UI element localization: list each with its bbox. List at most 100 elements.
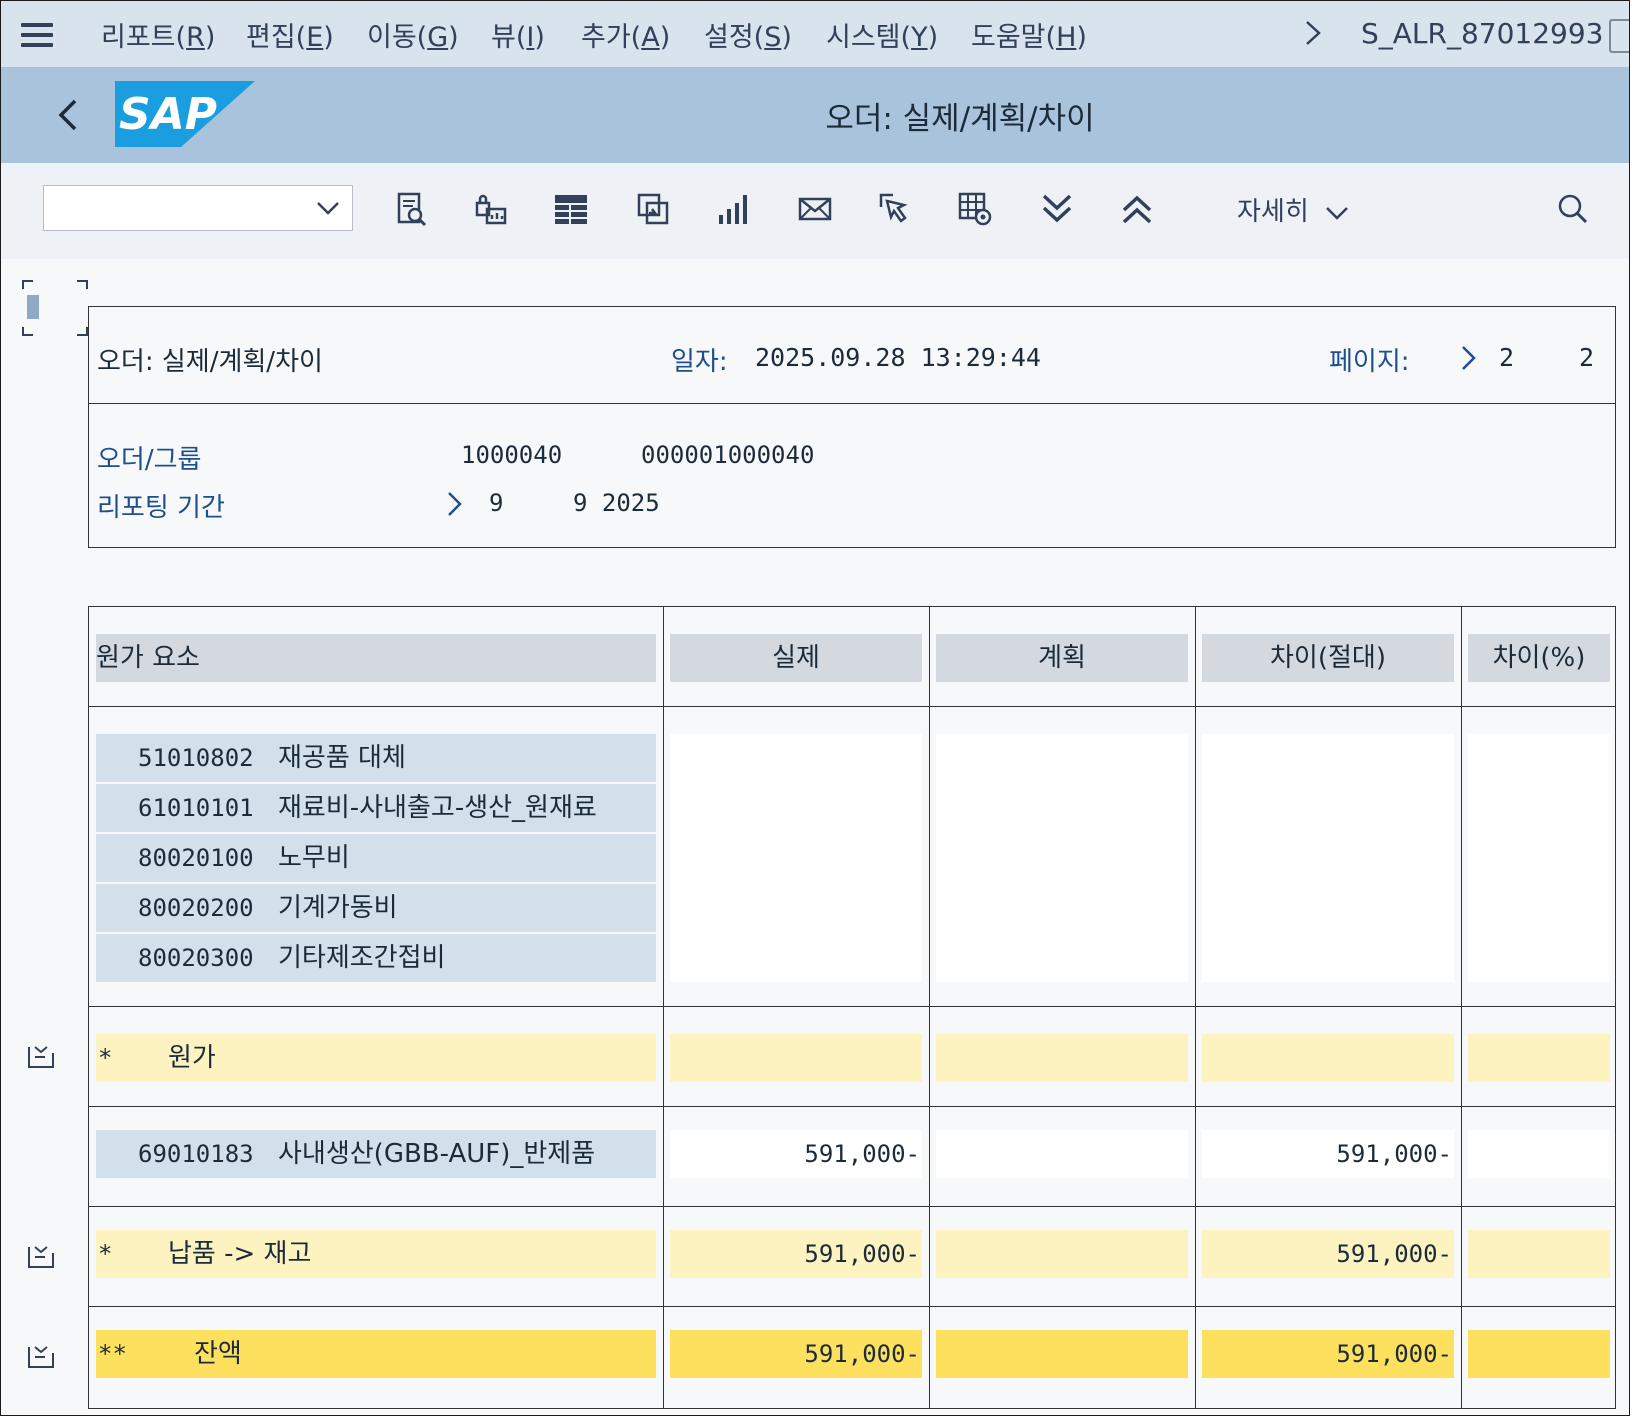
column-divider xyxy=(663,607,664,1408)
balance-row[interactable]: ** 잔액 xyxy=(96,1330,656,1378)
table-row[interactable]: 51010802 재공품 대체 xyxy=(96,734,656,782)
report-title: 오더: 실제/계획/차이 xyxy=(97,347,323,377)
selection-frame-icon[interactable] xyxy=(21,279,89,337)
menu-bar: 리포트(R) 편집(E) 이동(G) 뷰(I) 추가(A) 설정(S) 시스템(… xyxy=(1,1,1629,68)
mail-icon[interactable] xyxy=(797,191,833,227)
variance-pct-values-cell xyxy=(1468,734,1610,982)
chevron-right-icon[interactable] xyxy=(1459,345,1477,371)
subtotal-row-icon[interactable] xyxy=(27,1245,55,1269)
menu-edit[interactable]: 편집(E) xyxy=(246,15,334,54)
actual-values-cell xyxy=(670,734,922,982)
menu-system[interactable]: 시스템(Y) xyxy=(826,15,938,54)
balance-stars: ** xyxy=(98,1340,127,1368)
subtotal-cost-actual xyxy=(670,1034,922,1082)
subtotal-cost-plan xyxy=(936,1034,1188,1082)
delivery-var-pct xyxy=(1468,1130,1610,1178)
chevron-right-icon[interactable] xyxy=(1303,19,1323,47)
menu-view[interactable]: 뷰(I) xyxy=(491,15,545,54)
cost-element-list: 51010802 재공품 대체 61010101 재료비-사내출고-생산_원재료… xyxy=(96,734,656,984)
search-icon[interactable] xyxy=(1557,193,1589,225)
subtotal-label: 원가 xyxy=(168,1043,216,1073)
lock-chart-icon[interactable] xyxy=(473,191,509,227)
details-button[interactable]: 자세히 xyxy=(1237,191,1349,228)
select-pointer-icon[interactable] xyxy=(877,191,913,227)
subtotal-stars: * xyxy=(98,1240,113,1268)
balance-actual: 591,000- xyxy=(670,1330,922,1378)
row-divider xyxy=(89,1006,1615,1007)
menu-goto[interactable]: 이동(G) xyxy=(367,15,459,54)
subtotal-cost-row[interactable]: * 원가 xyxy=(96,1034,656,1082)
subtotal-label: 납품 -> 재고 xyxy=(168,1239,312,1269)
report-header: 오더: 실제/계획/차이 일자: 2025.09.28 13:29:44 페이지… xyxy=(88,306,1616,548)
order-number: 1000040 xyxy=(461,441,563,469)
table-row[interactable]: 69010183 사내생산(GBB-AUF)_반제품 xyxy=(96,1130,656,1178)
chevron-right-icon[interactable] xyxy=(445,491,463,517)
command-dropdown[interactable] xyxy=(43,185,353,231)
variance-abs-values-cell xyxy=(1202,734,1454,982)
sap-window: 리포트(R) 편집(E) 이동(G) 뷰(I) 추가(A) 설정(S) 시스템(… xyxy=(0,0,1630,1416)
column-header-cost-element[interactable]: 원가 요소 xyxy=(96,634,656,682)
report-content: 오더: 실제/계획/차이 일자: 2025.09.28 13:29:44 페이지… xyxy=(1,259,1629,1415)
table-row[interactable]: 80020200 기계가동비 xyxy=(96,884,656,932)
row-divider xyxy=(89,706,1615,707)
delivery-actual: 591,000- xyxy=(670,1130,922,1178)
chevron-down-icon xyxy=(1326,206,1348,220)
cost-element-name: 재공품 대체 xyxy=(278,743,406,773)
bar-chart-icon[interactable] xyxy=(715,191,751,227)
title-bar: SAP 오더: 실제/계획/차이 xyxy=(1,67,1629,163)
menu-help[interactable]: 도움말(H) xyxy=(971,15,1087,54)
subtotal-delivery-var-abs: 591,000- xyxy=(1202,1230,1454,1278)
row-divider xyxy=(89,1306,1615,1307)
cost-element-name: 사내생산(GBB-AUF)_반제품 xyxy=(278,1139,596,1169)
row-divider xyxy=(89,1206,1615,1207)
subtotal-delivery-row[interactable]: * 납품 -> 재고 xyxy=(96,1230,656,1278)
period-from: 9 xyxy=(489,489,504,517)
column-header-plan[interactable]: 계획 xyxy=(936,634,1188,682)
table-row[interactable]: 80020300 기타제조간접비 xyxy=(96,934,656,982)
page-label: 페이지: xyxy=(1329,347,1410,377)
menu-settings[interactable]: 설정(S) xyxy=(704,15,792,54)
cost-element-code: 80020300 xyxy=(138,944,254,972)
delivery-var-abs: 591,000- xyxy=(1202,1130,1454,1178)
column-header-actual[interactable]: 실제 xyxy=(670,634,922,682)
delivery-plan xyxy=(936,1130,1188,1178)
cost-element-name: 노무비 xyxy=(278,843,350,873)
subtotal-stars: * xyxy=(98,1044,113,1072)
hamburger-menu-icon[interactable] xyxy=(21,23,53,47)
menu-report[interactable]: 리포트(R) xyxy=(101,15,215,54)
table-layout-icon[interactable] xyxy=(553,191,589,227)
order-group-value: 000001000040 xyxy=(641,441,815,469)
subtotal-delivery-var-pct xyxy=(1468,1230,1610,1278)
date-label: 일자: xyxy=(671,347,728,377)
report-detail-icon[interactable] xyxy=(393,191,429,227)
cost-element-code: 80020100 xyxy=(138,844,254,872)
column-divider xyxy=(1461,607,1462,1408)
collapse-all-icon[interactable] xyxy=(1119,191,1155,227)
cost-element-name: 기계가동비 xyxy=(278,893,398,923)
expand-all-icon[interactable] xyxy=(1039,191,1075,227)
column-header-variance-abs[interactable]: 차이(절대) xyxy=(1202,634,1454,682)
export-icon[interactable] xyxy=(635,191,671,227)
page-total: 2 xyxy=(1579,343,1595,372)
cost-element-code: 61010101 xyxy=(138,794,254,822)
execute-icon[interactable] xyxy=(1609,19,1629,53)
subtotal-row-icon[interactable] xyxy=(27,1045,55,1069)
balance-plan xyxy=(936,1330,1188,1378)
subtotal-cost-var-abs xyxy=(1202,1034,1454,1082)
cost-element-code: 51010802 xyxy=(138,744,254,772)
menu-extras[interactable]: 추가(A) xyxy=(581,15,670,54)
details-label: 자세히 xyxy=(1237,197,1309,227)
page-title: 오더: 실제/계획/차이 xyxy=(825,101,1095,137)
balance-label: 잔액 xyxy=(194,1339,242,1369)
table-row[interactable]: 61010101 재료비-사내출고-생산_원재료 xyxy=(96,784,656,832)
divider xyxy=(89,403,1615,404)
column-divider xyxy=(929,607,930,1408)
column-header-variance-pct[interactable]: 차이(%) xyxy=(1468,634,1610,682)
reporting-period-label: 리포팅 기간 xyxy=(97,493,225,523)
page-current: 2 xyxy=(1499,343,1515,372)
table-row[interactable]: 80020100 노무비 xyxy=(96,834,656,882)
subtotal-delivery-actual: 591,000- xyxy=(670,1230,922,1278)
grid-settings-icon[interactable] xyxy=(957,191,993,227)
subtotal-row-icon[interactable] xyxy=(27,1345,55,1369)
row-divider xyxy=(89,1106,1615,1107)
